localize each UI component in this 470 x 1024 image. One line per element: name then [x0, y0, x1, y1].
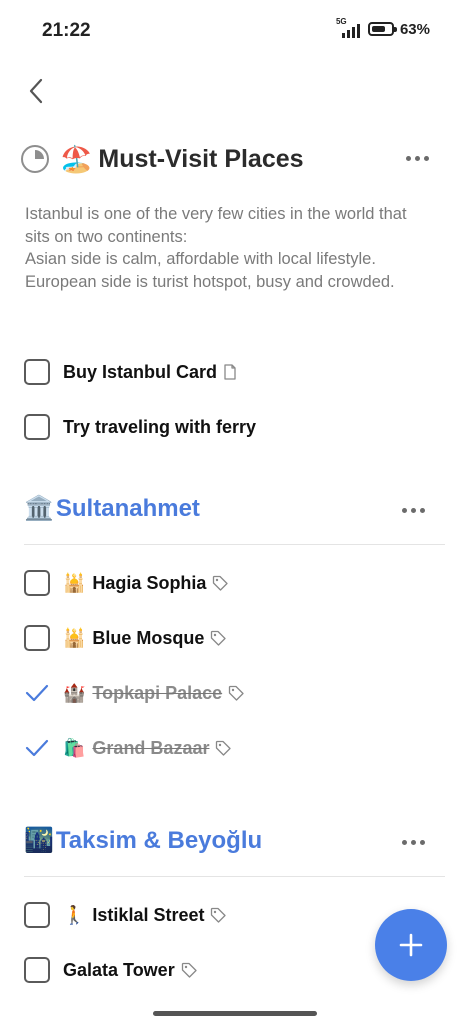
task-checkbox[interactable]: [24, 570, 50, 596]
section-title[interactable]: Sultanahmet: [56, 495, 200, 523]
section-emoji: 🏛️: [24, 495, 54, 522]
status-indicators: 5G 63%: [336, 17, 430, 38]
battery-percent: 63%: [399, 20, 430, 38]
task-checkbox[interactable]: [24, 902, 50, 928]
section-emoji: 🌃: [24, 827, 54, 854]
tag-icon: [215, 740, 232, 756]
tag-icon: [212, 575, 229, 591]
task-emoji: 🛍️: [63, 738, 86, 758]
note-icon: [223, 364, 237, 380]
checkmark-icon[interactable]: [24, 680, 50, 706]
task-item[interactable]: 🚶 Istiklal Street: [24, 900, 227, 930]
title-emoji: 🏖️: [60, 144, 93, 174]
tag-icon: [210, 630, 227, 646]
task-item[interactable]: 🕌 Blue Mosque: [24, 623, 227, 653]
task-emoji: 🕌: [63, 628, 86, 648]
page-title[interactable]: Must-Visit Places: [98, 145, 303, 174]
list-header: 🏖️ Must-Visit Places: [20, 138, 440, 180]
plus-icon: [399, 933, 423, 957]
task-label[interactable]: Buy Istanbul Card: [63, 362, 217, 383]
task-item[interactable]: Galata Tower: [24, 955, 197, 985]
tag-icon: [181, 962, 197, 978]
add-task-button[interactable]: [375, 909, 447, 981]
task-item-completed[interactable]: 🏰 Topkapi Palace: [24, 678, 244, 708]
task-item[interactable]: Buy Istanbul Card: [24, 357, 237, 387]
task-emoji: 🏰: [63, 683, 86, 703]
task-checkbox[interactable]: [24, 625, 50, 651]
task-checkbox[interactable]: [24, 359, 50, 385]
status-bar: 21:22 5G 63%: [0, 0, 470, 60]
section-divider: [24, 876, 445, 877]
signal-icon: 5G: [336, 17, 362, 38]
tag-icon: [210, 907, 227, 923]
task-emoji: 🕌: [63, 573, 86, 593]
task-label[interactable]: Galata Tower: [63, 960, 175, 981]
task-label[interactable]: Hagia Sophia: [92, 573, 206, 594]
task-checkbox[interactable]: [24, 414, 50, 440]
section-header-sultanahmet[interactable]: 🏛️ Sultanahmet: [24, 490, 444, 528]
section-divider: [24, 544, 445, 545]
battery-icon: [367, 22, 397, 36]
home-indicator[interactable]: [153, 1011, 317, 1016]
progress-ring-icon[interactable]: [20, 144, 50, 174]
tag-icon: [228, 685, 244, 701]
section-more-button[interactable]: [396, 502, 431, 519]
back-button[interactable]: [20, 74, 52, 108]
task-label[interactable]: Try traveling with ferry: [63, 417, 256, 438]
task-label[interactable]: Blue Mosque: [92, 628, 204, 649]
section-header-taksim-beyoglu[interactable]: 🌃 Taksim & Beyoğlu: [24, 822, 444, 860]
chevron-left-icon: [29, 78, 43, 104]
task-label[interactable]: Istiklal Street: [92, 905, 204, 926]
section-more-button[interactable]: [396, 834, 431, 851]
status-time: 21:22: [42, 20, 91, 41]
task-checkbox[interactable]: [24, 957, 50, 983]
more-options-button[interactable]: [400, 150, 435, 167]
task-label[interactable]: Grand Bazaar: [92, 738, 209, 759]
task-emoji: 🚶: [63, 905, 86, 925]
task-item[interactable]: 🕌 Hagia Sophia: [24, 568, 229, 598]
task-item[interactable]: Try traveling with ferry: [24, 412, 256, 442]
section-title[interactable]: Taksim & Beyoğlu: [56, 827, 262, 855]
task-label[interactable]: Topkapi Palace: [92, 683, 222, 704]
checkmark-icon[interactable]: [24, 735, 50, 761]
task-item-completed[interactable]: 🛍️ Grand Bazaar: [24, 733, 232, 763]
list-description[interactable]: Istanbul is one of the very few cities i…: [25, 203, 435, 293]
